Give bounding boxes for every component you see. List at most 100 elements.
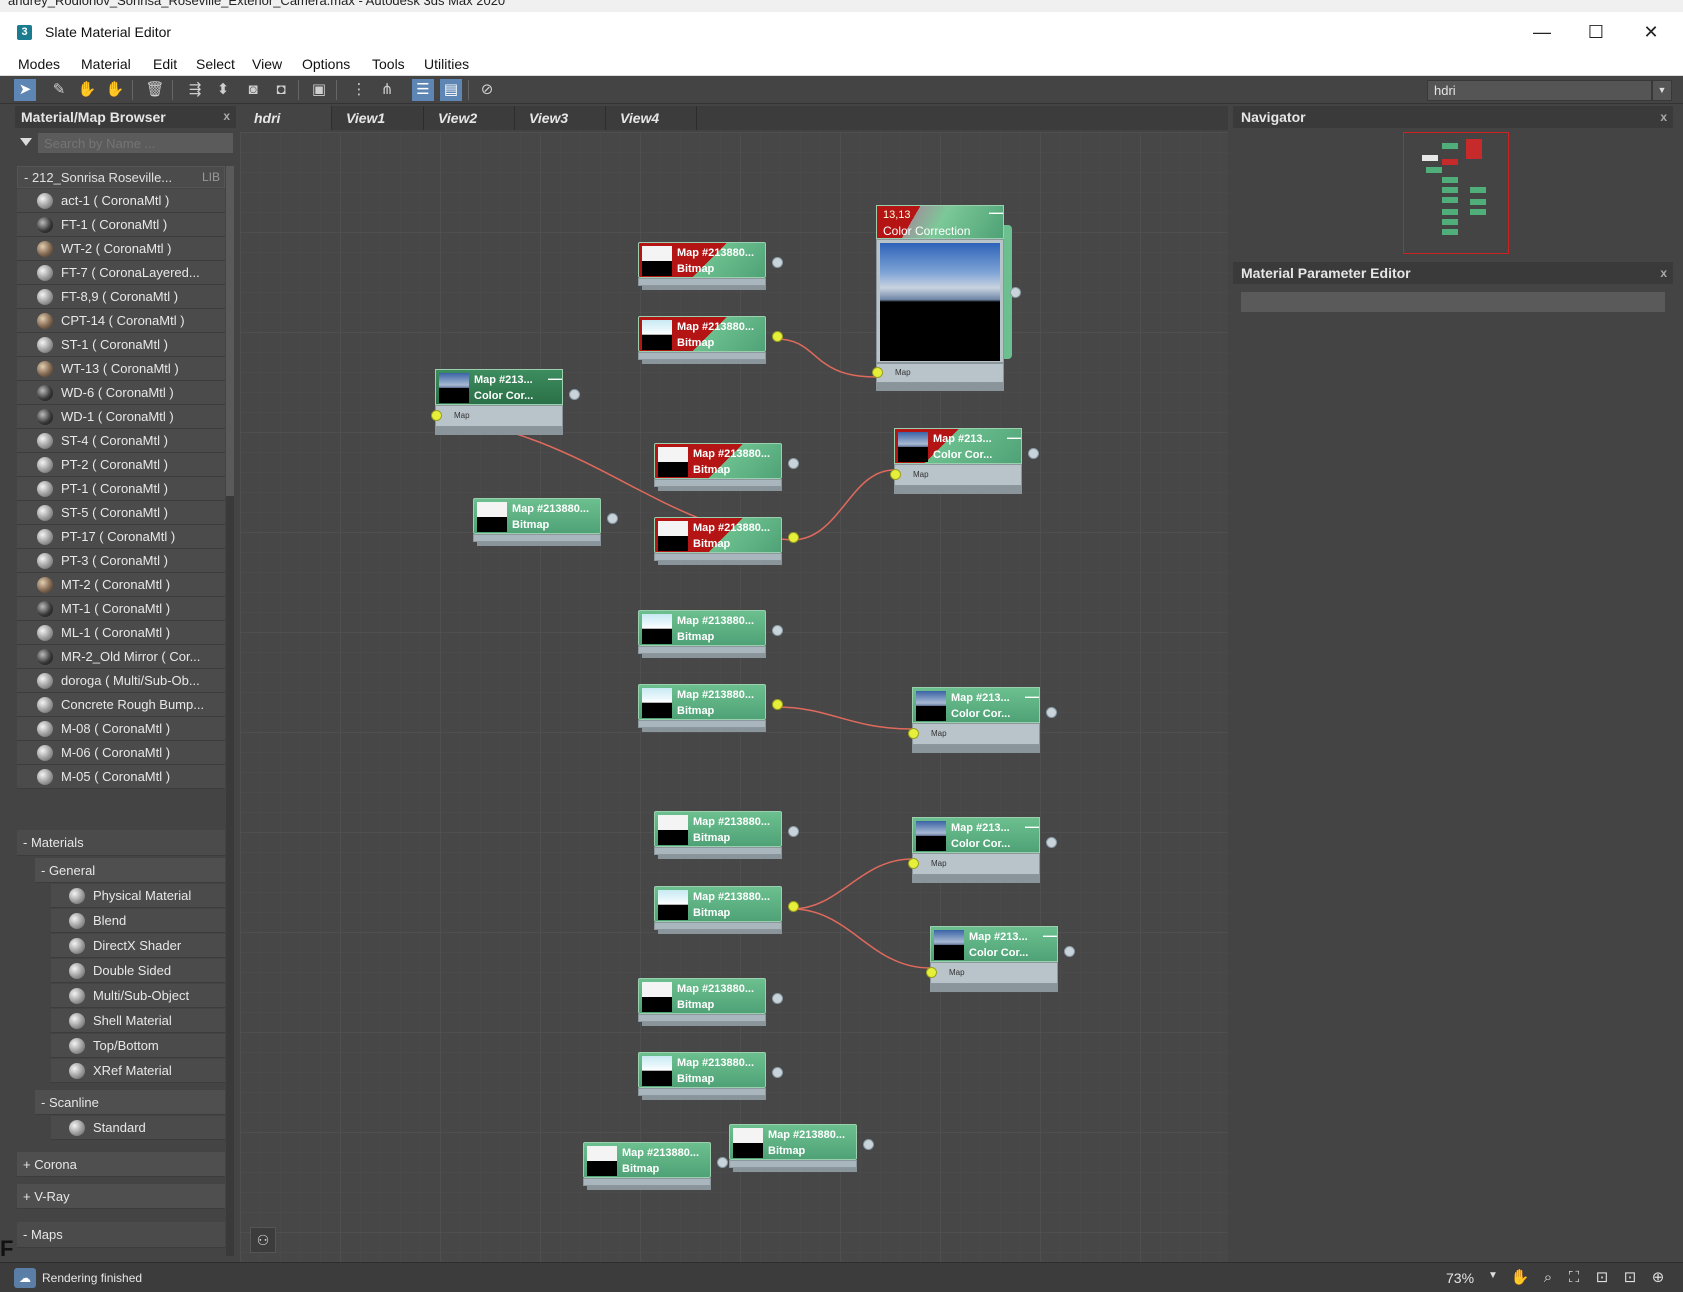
select-by-material-icon[interactable]: ⊘ <box>476 79 498 101</box>
material-item[interactable]: act-1 ( CoronaMtl ) <box>17 189 225 213</box>
material-item[interactable]: PT-1 ( CoronaMtl ) <box>17 477 225 501</box>
output-socket[interactable] <box>772 993 783 1004</box>
navigator-close-icon[interactable]: x <box>1660 110 1667 124</box>
bitmap-node[interactable]: Map #213880... Bitmap <box>729 1124 874 1172</box>
close-button[interactable]: ✕ <box>1628 18 1674 46</box>
bitmap-node[interactable]: Map #213880... Bitmap <box>654 517 799 565</box>
scanline-item[interactable]: Standard <box>51 1116 225 1140</box>
output-socket[interactable] <box>717 1157 728 1168</box>
material-item[interactable]: MR-2_Old Mirror ( Cor... <box>17 645 225 669</box>
delete-icon[interactable]: 🗑 <box>144 79 166 101</box>
color-correction-node[interactable]: Map #213... Color Cor... — Map <box>890 428 1039 494</box>
bitmap-node[interactable]: Map #213880... Bitmap <box>583 1142 728 1190</box>
bitmap-node[interactable]: Map #213880... Bitmap <box>654 811 799 859</box>
search-input[interactable] <box>38 133 233 153</box>
zoom-icon[interactable]: ⌕ <box>1538 1268 1558 1288</box>
input-socket[interactable] <box>872 367 883 378</box>
material-item[interactable]: MT-2 ( CoronaMtl ) <box>17 573 225 597</box>
bitmap-node[interactable]: Map #213880... Bitmap <box>638 978 783 1026</box>
general-item[interactable]: Top/Bottom <box>51 1034 225 1058</box>
general-category[interactable]: - General <box>35 858 225 883</box>
input-socket[interactable] <box>908 858 919 869</box>
parameter-editor-icon[interactable]: ▤ <box>440 79 462 101</box>
materials-category[interactable]: - Materials <box>17 830 225 856</box>
browser-close-icon[interactable]: x <box>223 109 230 123</box>
tab-view3[interactable]: View3 <box>515 106 606 130</box>
layout-vertical-icon[interactable]: ⋮ <box>348 79 370 101</box>
zoom-extents-selected-icon[interactable]: ⊡ <box>1620 1268 1640 1288</box>
material-item[interactable]: CPT-14 ( CoronaMtl ) <box>17 309 225 333</box>
param-editor-close-icon[interactable]: x <box>1660 266 1667 280</box>
maximize-button[interactable]: ☐ <box>1573 18 1619 46</box>
tab-hdri[interactable]: hdri <box>240 106 332 130</box>
binoculars-icon[interactable]: ⚇ <box>250 1227 276 1253</box>
material-item[interactable]: ST-5 ( CoronaMtl ) <box>17 501 225 525</box>
bitmap-node[interactable]: Map #213880... Bitmap <box>473 498 618 546</box>
bitmap-node[interactable]: Map #213880... Bitmap <box>654 886 799 934</box>
bitmap-node[interactable]: Map #213880... Bitmap <box>638 684 783 732</box>
bitmap-node[interactable]: Map #213880... Bitmap <box>638 316 783 364</box>
material-map-browser-icon[interactable]: ☰ <box>412 79 434 101</box>
material-item[interactable]: WD-6 ( CoronaMtl ) <box>17 381 225 405</box>
color-correction-node-expanded[interactable]: 13,13 Color Correction — Map <box>872 204 1021 391</box>
input-socket[interactable] <box>926 967 937 978</box>
input-socket[interactable] <box>908 728 919 739</box>
menu-utilities[interactable]: Utilities <box>424 56 469 72</box>
browser-options-icon[interactable] <box>20 138 32 146</box>
output-socket[interactable] <box>788 901 799 912</box>
bitmap-node[interactable]: Map #213880... Bitmap <box>654 443 799 491</box>
material-item[interactable]: ML-1 ( CoronaMtl ) <box>17 621 225 645</box>
zoom-level[interactable]: 73% <box>1446 1270 1474 1286</box>
pick-material-icon[interactable]: ✎ <box>48 79 70 101</box>
output-socket[interactable] <box>1064 946 1075 957</box>
material-item[interactable]: Concrete Rough Bump... <box>17 693 225 717</box>
hide-unused-slots-icon[interactable]: ⬍ <box>212 79 234 101</box>
pan-to-selected-icon[interactable]: ⊕ <box>1648 1268 1668 1288</box>
color-correction-node[interactable]: Map #213... Color Cor... — Map <box>908 687 1057 753</box>
color-correction-node[interactable]: Map #213... Color Cor... — Map <box>926 926 1075 992</box>
input-socket[interactable] <box>431 410 442 421</box>
general-item[interactable]: DirectX Shader <box>51 934 225 958</box>
zoom-region-icon[interactable]: ⛶ <box>1564 1268 1584 1288</box>
material-item[interactable]: PT-2 ( CoronaMtl ) <box>17 453 225 477</box>
tab-view1[interactable]: View1 <box>332 106 424 130</box>
collapse-icon[interactable]: — <box>1025 818 1039 834</box>
tab-view2[interactable]: View2 <box>424 106 515 130</box>
node-view-canvas[interactable]: Map #213880... Bitmap Map #213880... Bitma… <box>240 132 1228 1262</box>
library-header[interactable]: - 212_Sonrisa Roseville... LIB <box>17 166 225 188</box>
general-item[interactable]: Blend <box>51 909 225 933</box>
output-socket[interactable] <box>607 513 618 524</box>
vray-category[interactable]: + V-Ray <box>17 1184 225 1209</box>
output-socket[interactable] <box>569 389 580 400</box>
general-item[interactable]: Multi/Sub-Object <box>51 984 225 1008</box>
menu-material[interactable]: Material <box>81 56 131 72</box>
material-item[interactable]: WT-2 ( CoronaMtl ) <box>17 237 225 261</box>
menu-tools[interactable]: Tools <box>372 56 405 72</box>
material-item[interactable]: MT-1 ( CoronaMtl ) <box>17 597 225 621</box>
material-item[interactable]: FT-1 ( CoronaMtl ) <box>17 213 225 237</box>
collapse-icon[interactable]: — <box>989 204 1003 220</box>
maps-category[interactable]: - Maps <box>17 1222 225 1248</box>
material-item[interactable]: PT-3 ( CoronaMtl ) <box>17 549 225 573</box>
material-item[interactable]: WT-13 ( CoronaMtl ) <box>17 357 225 381</box>
general-item[interactable]: Shell Material <box>51 1009 225 1033</box>
output-socket[interactable] <box>772 257 783 268</box>
move-children-icon[interactable]: ⇶ <box>184 79 206 101</box>
material-item[interactable]: PT-17 ( CoronaMtl ) <box>17 525 225 549</box>
bitmap-node[interactable]: Map #213880... Bitmap <box>638 1052 783 1100</box>
view-select-dropdown-icon[interactable]: ▼ <box>1652 80 1672 101</box>
pan-hand-icon[interactable]: ✋ <box>1510 1268 1530 1288</box>
input-socket[interactable] <box>890 469 901 480</box>
material-item[interactable]: M-08 ( CoronaMtl ) <box>17 717 225 741</box>
assign-material-icon[interactable]: ✋ <box>104 79 126 101</box>
output-socket[interactable] <box>772 625 783 636</box>
collapse-icon[interactable]: — <box>1025 688 1039 704</box>
material-item[interactable]: M-05 ( CoronaMtl ) <box>17 765 225 789</box>
param-editor-rollout-bar[interactable] <box>1241 292 1665 312</box>
minimize-button[interactable]: — <box>1519 18 1565 46</box>
output-socket[interactable] <box>788 458 799 469</box>
output-socket[interactable] <box>1010 287 1021 298</box>
corona-category[interactable]: + Corona <box>17 1152 225 1177</box>
show-shaded-icon[interactable]: ◙ <box>242 79 264 101</box>
scanline-category[interactable]: - Scanline <box>35 1090 225 1115</box>
